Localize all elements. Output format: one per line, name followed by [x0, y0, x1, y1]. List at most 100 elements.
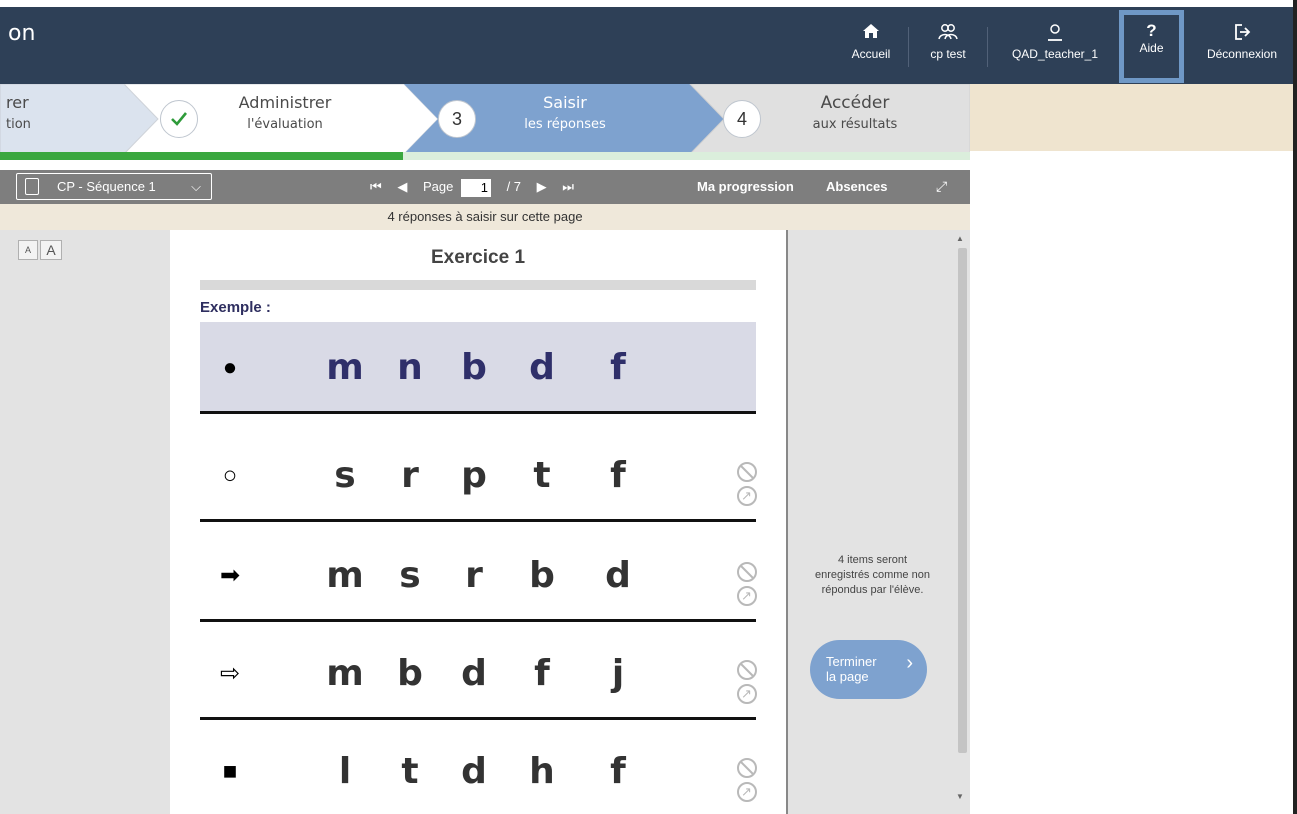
- letter-choice[interactable]: p: [454, 454, 494, 498]
- progress-bar: [0, 152, 970, 160]
- no-answer-icon[interactable]: [737, 660, 757, 680]
- page-number-input[interactable]: 1: [460, 178, 491, 197]
- row-separator: [200, 717, 756, 720]
- letter-choice[interactable]: f: [598, 454, 638, 498]
- chevron-right-icon: ›: [906, 652, 913, 674]
- step-1-title: rer: [6, 93, 29, 112]
- notebook-icon: [25, 178, 39, 195]
- group-icon: [922, 23, 974, 45]
- finish-page-button[interactable]: Terminer la page ›: [810, 640, 927, 699]
- nav-user[interactable]: QAD_teacher_1: [1003, 17, 1107, 77]
- letter-choice[interactable]: t: [390, 750, 430, 794]
- question-icon: ?: [1146, 21, 1157, 40]
- nav-home[interactable]: Accueil: [842, 17, 900, 77]
- row-actions: [737, 758, 763, 806]
- letter-choice[interactable]: b: [522, 554, 562, 598]
- row-actions: [737, 660, 763, 708]
- left-pane: A A: [0, 230, 170, 814]
- answer-row: ⇨ m b d f j: [200, 628, 757, 720]
- nav-class[interactable]: cp test: [922, 17, 974, 77]
- letter-choice[interactable]: r: [454, 554, 494, 598]
- fullscreen-icon[interactable]: ⤢: [936, 178, 947, 195]
- prev-page-icon[interactable]: ◀: [397, 179, 407, 194]
- finish-line-2: la page: [826, 669, 869, 684]
- letter-choice[interactable]: s: [390, 554, 430, 598]
- step-2-subtitle: l'évaluation: [247, 117, 323, 132]
- step-2-check-icon: [160, 100, 198, 138]
- letter-choice[interactable]: m: [325, 652, 365, 696]
- next-page-icon[interactable]: ▶: [537, 179, 547, 194]
- letter-choice[interactable]: t: [522, 454, 562, 498]
- step-4-number: 4: [723, 100, 761, 138]
- skip-arrow-icon[interactable]: [737, 684, 757, 704]
- nav-divider: [987, 27, 988, 67]
- exercise-title: Exercice 1: [430, 247, 526, 268]
- my-progress-link[interactable]: Ma progression: [697, 170, 794, 204]
- row-symbol: ●: [222, 354, 238, 381]
- step-3[interactable]: Saisir les réponses: [500, 92, 630, 136]
- letter-choice[interactable]: r: [390, 454, 430, 498]
- step-2[interactable]: Administrer l'évaluation: [220, 92, 350, 136]
- letter-choice[interactable]: l: [325, 750, 365, 794]
- step-3-title: Saisir: [543, 93, 587, 112]
- nav-help-button[interactable]: ? Aide: [1119, 10, 1184, 83]
- letter-choice[interactable]: j: [598, 652, 638, 696]
- nav-home-label: Accueil: [851, 47, 891, 61]
- nav-logout[interactable]: Déconnexion: [1192, 17, 1292, 77]
- step-4-subtitle: aux résultats: [812, 117, 898, 132]
- header-strip: [970, 84, 1293, 151]
- first-page-icon[interactable]: ⏮: [370, 179, 382, 194]
- app-title: on: [8, 21, 36, 46]
- last-page-icon[interactable]: ⏭: [562, 179, 574, 194]
- row-separator: [200, 619, 756, 622]
- sequence-value: CP - Séquence 1: [57, 179, 156, 194]
- letter-choice[interactable]: d: [454, 750, 494, 794]
- row-symbol: ⇨: [219, 660, 241, 687]
- scroll-down-icon[interactable]: ▼: [956, 792, 964, 801]
- row-actions: [737, 462, 763, 510]
- font-smaller-button[interactable]: A: [18, 240, 38, 260]
- row-separator: [200, 411, 756, 414]
- no-answer-icon[interactable]: [737, 758, 757, 778]
- window-edge: [1293, 0, 1297, 814]
- letter-choice[interactable]: f: [598, 750, 638, 794]
- example-row: ● m n b d f: [200, 322, 756, 414]
- scrollbar-thumb[interactable]: [958, 248, 967, 753]
- step-3-number: 3: [438, 100, 476, 138]
- top-navigation-bar: on Accueil cp test QAD_teacher_1 Déconne…: [0, 7, 1293, 84]
- step-1[interactable]: rer tion: [6, 92, 46, 136]
- divider: [200, 280, 756, 290]
- info-bar: 4 réponses à saisir sur cette page: [0, 204, 970, 230]
- answer-row: ■ l t d h f: [200, 726, 757, 814]
- sequence-select[interactable]: CP - Séquence 1 ⌵: [16, 173, 212, 200]
- font-larger-button[interactable]: A: [40, 240, 62, 260]
- letter-choice[interactable]: h: [522, 750, 562, 794]
- skip-arrow-icon[interactable]: [737, 586, 757, 606]
- row-symbol: ➡: [219, 562, 241, 589]
- letter-choice: d: [529, 347, 555, 388]
- letter-choice[interactable]: d: [598, 554, 638, 598]
- skip-arrow-icon[interactable]: [737, 782, 757, 802]
- pagination: ⏮ ◀ Page 1 / 7 ▶ ⏭: [370, 170, 586, 204]
- skip-arrow-icon[interactable]: [737, 486, 757, 506]
- home-icon: [842, 23, 900, 45]
- nav-user-label: QAD_teacher_1: [1011, 47, 1099, 61]
- answer-row: ○ s r p t f: [200, 430, 757, 522]
- letter-choice[interactable]: s: [325, 454, 365, 498]
- step-4[interactable]: Accéder aux résultats: [790, 92, 920, 136]
- letter-choice[interactable]: f: [522, 652, 562, 696]
- row-separator: [200, 519, 756, 522]
- letter-choice: b: [461, 347, 487, 388]
- no-answer-icon[interactable]: [737, 562, 757, 582]
- letter-choice[interactable]: m: [325, 554, 365, 598]
- step-1-subtitle: tion: [6, 117, 31, 132]
- nav-class-label: cp test: [930, 47, 966, 61]
- scroll-up-icon[interactable]: ▲: [956, 234, 964, 243]
- letter-choice[interactable]: d: [454, 652, 494, 696]
- no-answer-icon[interactable]: [737, 462, 757, 482]
- row-symbol: ■: [222, 758, 238, 785]
- page-label: Page: [422, 179, 454, 194]
- letter-choice[interactable]: b: [390, 652, 430, 696]
- progress-fill: [0, 152, 403, 160]
- absences-link[interactable]: Absences: [826, 170, 887, 204]
